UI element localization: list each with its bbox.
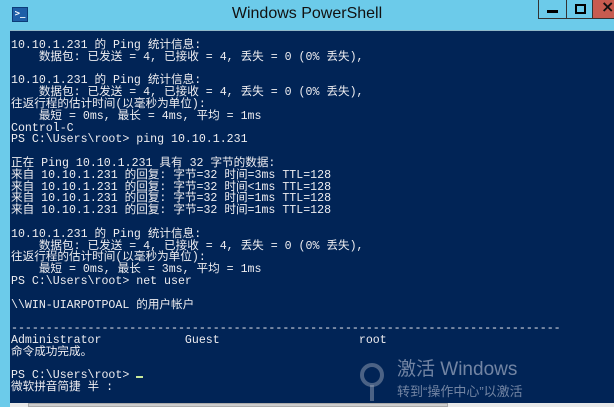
- watermark-subtitle: 转到“操作中心”以激活: [397, 384, 523, 399]
- console-line: \\WIN-UIARPOTPOAL 的用户帐户: [11, 298, 195, 312]
- maximize-button[interactable]: [566, 0, 593, 19]
- minimize-button[interactable]: [538, 0, 567, 19]
- key-icon: [360, 363, 384, 401]
- console-line: 往返行程的估计时间(以毫秒为单位):: [11, 97, 206, 111]
- console-line: ​: [11, 217, 561, 229]
- close-button[interactable]: [592, 0, 614, 19]
- horizontal-scrollbar[interactable]: [10, 403, 614, 407]
- console-line: PS C:\Users\root> ping 10.10.1.231: [11, 133, 248, 147]
- console-line: 10.10.1.231 的 Ping 统计信息:: [11, 227, 202, 241]
- console-line: 正在 Ping 10.10.1.231 具有 32 字节的数据:: [11, 156, 276, 170]
- console-line: 来自 10.10.1.231 的回复: 字节=32 时间=1ms TTL=128: [11, 204, 332, 218]
- title-bar[interactable]: >_ Windows PowerShell: [0, 0, 614, 30]
- console-line: 最短 = 0ms, 最长 = 4ms, 平均 = 1ms: [11, 109, 262, 123]
- text-cursor: [136, 376, 144, 379]
- console-lines: 10.10.1.231 的 Ping 统计信息: 数据包: 已发送 = 4, 已…: [11, 40, 561, 394]
- console-line: 数据包: 已发送 = 4, 已接收 = 4, 丢失 = 0 (0% 丢失),: [11, 50, 364, 64]
- console-output[interactable]: 10.10.1.231 的 Ping 统计信息: 数据包: 已发送 = 4, 已…: [10, 30, 614, 404]
- scrollbar-thumb[interactable]: [28, 403, 448, 407]
- console-line: 命令成功完成。: [11, 345, 93, 359]
- console-line: PS C:\Users\root> net user: [11, 274, 192, 288]
- console-line: 来自 10.10.1.231 的回复: 字节=32 时间=3ms TTL=128: [11, 168, 332, 182]
- console-line: ​: [11, 288, 561, 300]
- watermark-title: 激活 Windows: [397, 359, 518, 380]
- activate-windows-watermark: 激活 Windows 转到“操作中心”以激活: [352, 359, 612, 403]
- window-title: Windows PowerShell: [231, 5, 383, 22]
- console-line: Administrator Guest root: [11, 333, 387, 347]
